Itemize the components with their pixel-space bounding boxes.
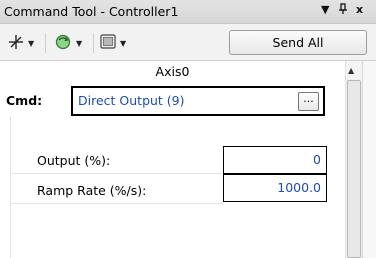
toolbar-separator: [93, 33, 94, 53]
function-key-dropdown-button[interactable]: ▼: [100, 32, 126, 54]
title-bar: Command Tool - Controller1 ▼ x: [0, 0, 376, 24]
cmd-label: Cmd:: [6, 93, 43, 108]
output-field[interactable]: 0: [223, 146, 327, 174]
enable-icon: [54, 34, 72, 53]
scrollbar-thumb[interactable]: [347, 80, 361, 258]
cmd-value: Direct Output (9): [78, 93, 185, 108]
axes-icon: [8, 34, 24, 53]
output-label: Output (%):: [37, 153, 111, 168]
command-panel: Axis0 Cmd: Direct Output (9) ... Output …: [0, 61, 345, 258]
chevron-down-icon: ▼: [120, 38, 127, 48]
axis-title: Axis0: [155, 64, 190, 79]
scroll-up-icon[interactable]: ▲: [348, 66, 354, 75]
browse-button[interactable]: ...: [298, 92, 319, 111]
cmd-field[interactable]: Direct Output (9) ...: [71, 86, 325, 116]
side-panel-edge: [362, 61, 376, 258]
function-key-icon: [100, 34, 116, 52]
row-divider: [10, 203, 223, 204]
chevron-down-icon: ▼: [28, 38, 35, 48]
ramp-rate-field[interactable]: 1000.0: [223, 174, 327, 202]
enable-dropdown-button[interactable]: ▼: [54, 32, 82, 54]
toolbar: ▼ ▼ ▼ Send All: [0, 24, 376, 61]
axes-dropdown-button[interactable]: ▼: [8, 32, 34, 54]
row-divider: [10, 173, 223, 174]
send-all-button[interactable]: Send All: [229, 30, 367, 55]
grid-divider: [10, 116, 11, 258]
vertical-scrollbar[interactable]: ▲: [345, 61, 362, 258]
output-value: 0: [313, 152, 321, 167]
ramp-rate-value: 1000.0: [277, 180, 321, 195]
window-menu-icon[interactable]: ▼: [321, 3, 329, 16]
close-icon[interactable]: x: [356, 3, 363, 16]
pin-icon[interactable]: [338, 3, 348, 18]
toolbar-separator: [45, 33, 46, 53]
chevron-down-icon: ▼: [76, 38, 83, 48]
ramp-rate-label: Ramp Rate (%/s):: [37, 183, 147, 198]
window-title: Command Tool - Controller1: [4, 4, 179, 19]
